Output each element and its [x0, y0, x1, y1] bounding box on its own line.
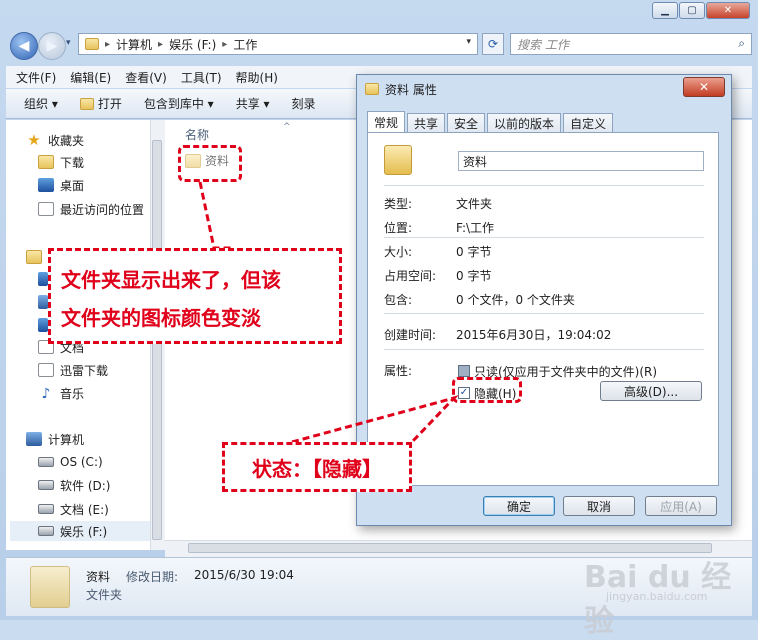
baidu-watermark-url: jingyan.baidu.com — [606, 590, 708, 603]
highlight-hidden-checkbox — [452, 377, 522, 403]
callout2-pointer — [291, 395, 459, 444]
callout1-pointer — [198, 181, 232, 250]
highlight-folder-item — [178, 145, 242, 182]
annotation-callout-2: 状态：【隐藏】 — [222, 442, 412, 492]
annotation-callout-1: 文件夹显示出来了，但该 文件夹的图标颜色变淡 — [48, 248, 342, 344]
callout1-line1: 文件夹显示出来了，但该 — [61, 268, 281, 292]
callout1-line2: 文件夹的图标颜色变淡 — [61, 306, 261, 330]
